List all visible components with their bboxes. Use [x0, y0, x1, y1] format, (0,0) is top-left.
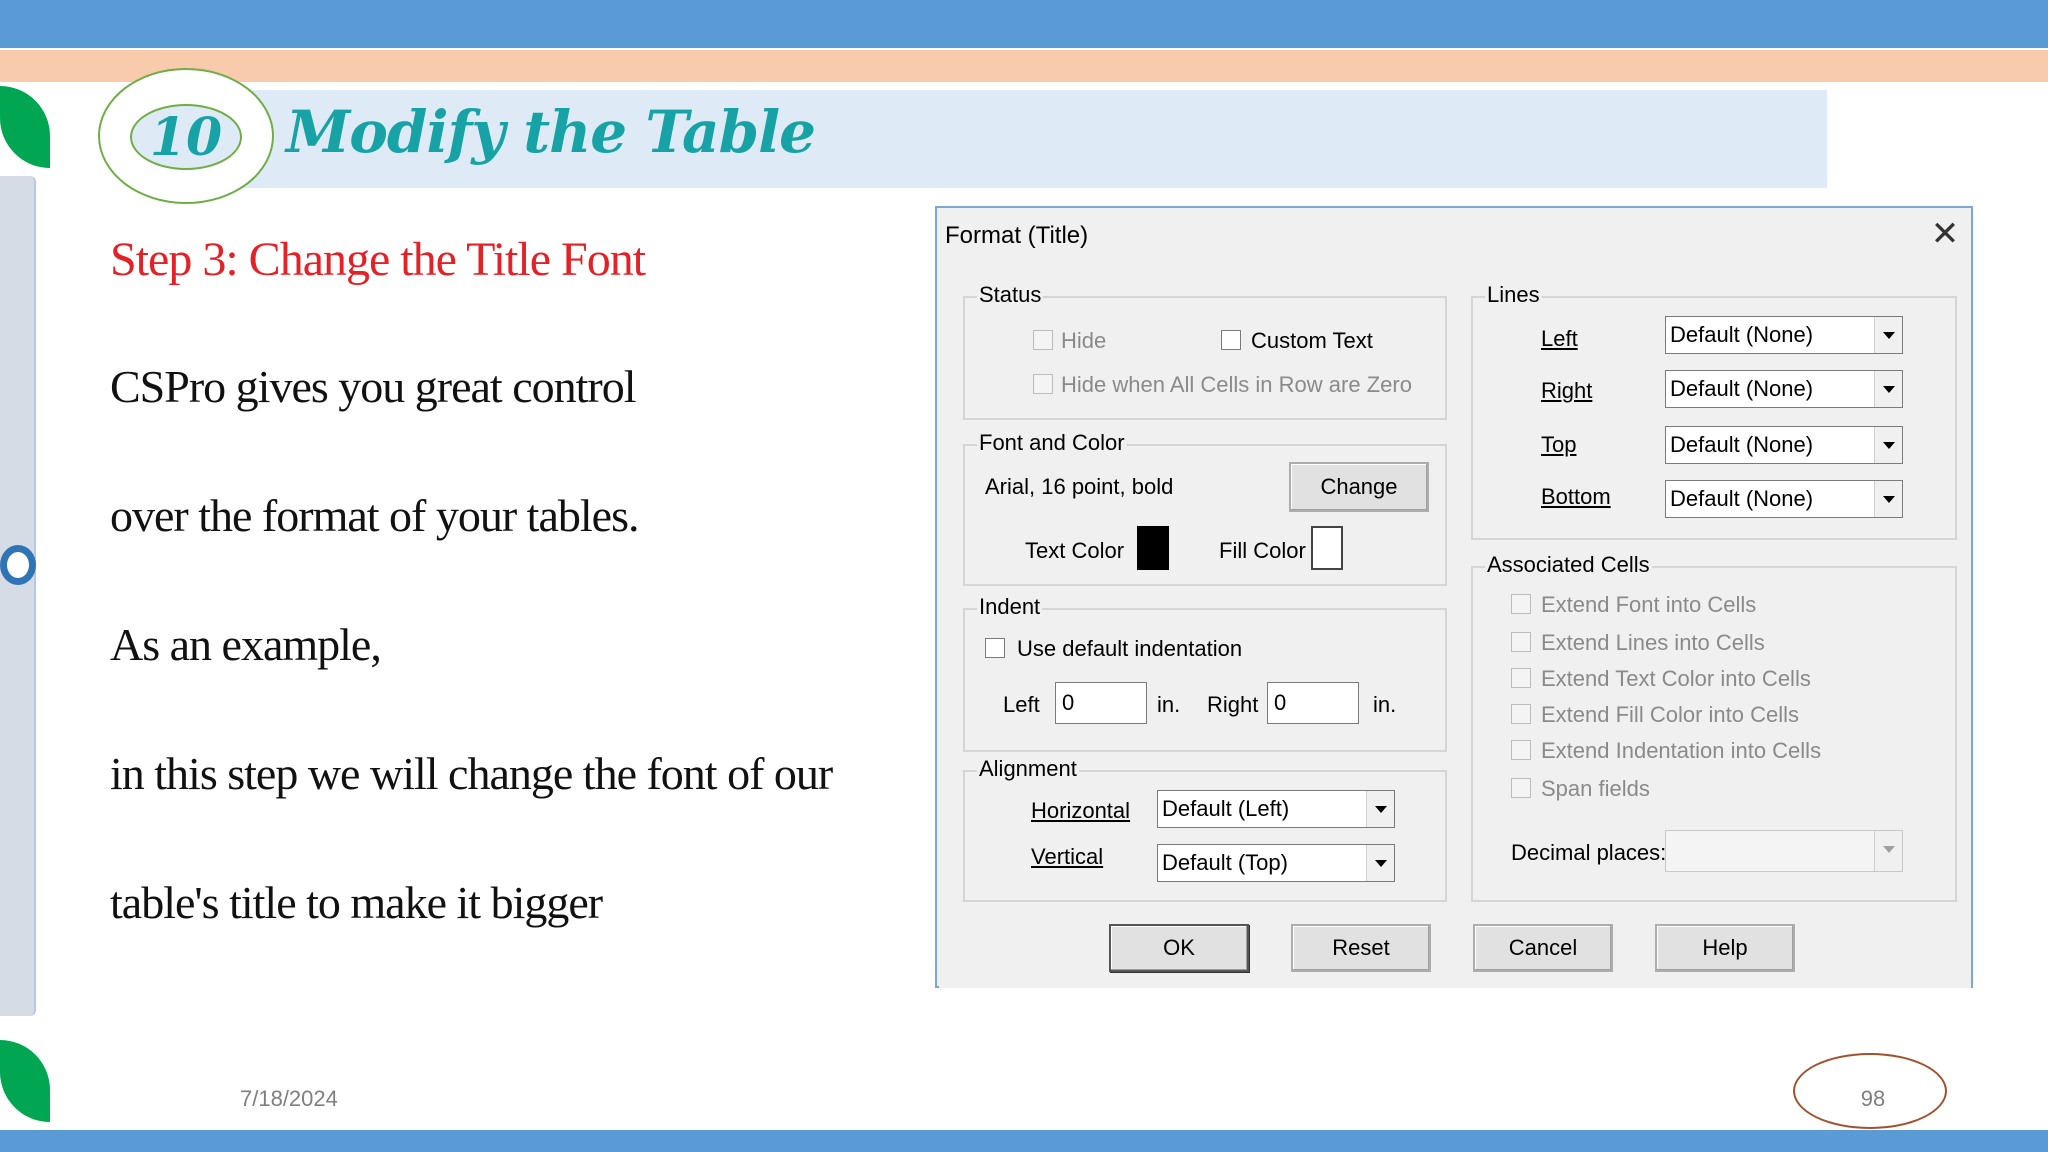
hide-when-zero-checkbox[interactable] [1033, 374, 1053, 394]
hide-when-zero-label: Hide when All Cells in Row are Zero [1061, 372, 1412, 397]
bottom-banner-bar [0, 1130, 2048, 1152]
chevron-down-icon[interactable] [1874, 427, 1902, 463]
use-default-indent-checkbox[interactable] [985, 638, 1005, 658]
fill-color-swatch[interactable] [1311, 526, 1343, 570]
section-number: 10 [149, 106, 223, 168]
horizontal-label: Horizontal [1031, 798, 1131, 823]
extend-font-checkbox[interactable] [1511, 594, 1531, 614]
body-line: CSPro gives you great control [110, 361, 636, 412]
use-default-indent-label: Use default indentation [1017, 636, 1243, 661]
indent-group: Indent Use default indentation Left 0 in… [963, 594, 1447, 752]
indent-right-label: Right [1207, 692, 1259, 717]
dialog-body: Status Hide Custom Text Hide when All Ce… [939, 264, 1971, 988]
body-line: over the format of your tables. [110, 490, 639, 541]
lines-left-value: Default (None) [1670, 322, 1814, 347]
lines-left-select[interactable]: Default (None) [1665, 316, 1903, 354]
footer-date: 7/18/2024 [240, 1086, 338, 1111]
lines-group-label: Lines [1485, 282, 1542, 308]
lines-bottom-value: Default (None) [1670, 486, 1814, 511]
body-line: As an example, [110, 619, 382, 670]
vertical-label: Vertical [1031, 844, 1104, 869]
indent-left-value: 0 [1062, 690, 1075, 715]
indent-left-label: Left [1003, 692, 1040, 717]
lines-group: Lines Left Default (None) Right Default … [1471, 282, 1957, 540]
cancel-button[interactable]: Cancel [1473, 924, 1613, 972]
horizontal-align-value: Default (Left) [1162, 796, 1290, 821]
slide-title: Modify the Table [286, 98, 816, 166]
leaf-icon [0, 1040, 50, 1122]
body-line: table's title to make it bigger [110, 877, 603, 928]
extend-lines-label: Extend Lines into Cells [1541, 630, 1765, 655]
indent-right-value: 0 [1274, 690, 1287, 715]
font-description: Arial, 16 point, bold [985, 474, 1174, 499]
extend-indentation-label: Extend Indentation into Cells [1541, 738, 1822, 763]
ok-button[interactable]: OK [1109, 924, 1249, 972]
extend-lines-checkbox[interactable] [1511, 632, 1531, 652]
status-group: Status Hide Custom Text Hide when All Ce… [963, 282, 1447, 420]
indent-left-unit: in. [1157, 692, 1181, 717]
chevron-down-icon[interactable] [1874, 371, 1902, 407]
indent-group-label: Indent [977, 594, 1043, 620]
hide-label: Hide [1061, 328, 1107, 353]
indent-left-input[interactable]: 0 [1055, 682, 1147, 724]
lines-top-select[interactable]: Default (None) [1665, 426, 1903, 464]
indent-right-input[interactable]: 0 [1267, 682, 1359, 724]
associated-cells-group-label: Associated Cells [1485, 552, 1652, 578]
custom-text-checkbox[interactable] [1221, 330, 1241, 350]
leaf-icon [0, 86, 50, 168]
reset-button[interactable]: Reset [1291, 924, 1431, 972]
step-heading: Step 3: Change the Title Font [110, 233, 646, 286]
chevron-down-icon[interactable] [1366, 791, 1394, 827]
section-number-inner: 10 [130, 104, 242, 170]
fill-color-label: Fill Color [1219, 538, 1306, 563]
chevron-down-icon[interactable] [1874, 317, 1902, 353]
chevron-down-icon[interactable] [1366, 845, 1394, 881]
text-color-label: Text Color [1025, 538, 1125, 563]
lines-bottom-select[interactable]: Default (None) [1665, 480, 1903, 518]
custom-text-label: Custom Text [1251, 328, 1373, 353]
indent-right-unit: in. [1373, 692, 1397, 717]
format-title-dialog: Format (Title) ✕ Status Hide Custom Text… [935, 206, 1973, 988]
span-fields-label: Span fields [1541, 776, 1650, 801]
horizontal-align-select[interactable]: Default (Left) [1157, 790, 1395, 828]
decimal-places-label: Decimal places: [1511, 840, 1667, 865]
top-banner-bar [0, 0, 2048, 48]
chevron-down-icon[interactable] [1874, 481, 1902, 517]
help-button[interactable]: Help [1655, 924, 1795, 972]
close-icon[interactable]: ✕ [1927, 216, 1963, 252]
lines-bottom-label: Bottom [1541, 484, 1611, 509]
alignment-group: Alignment Horizontal Default (Left) Vert… [963, 756, 1447, 902]
status-group-label: Status [977, 282, 1044, 308]
extend-fill-color-checkbox[interactable] [1511, 704, 1531, 724]
font-color-group-label: Font and Color [977, 430, 1127, 456]
dialog-title: Format (Title) [945, 222, 1089, 249]
extend-fill-color-label: Extend Fill Color into Cells [1541, 702, 1799, 727]
font-color-group: Font and Color Arial, 16 point, bold Cha… [963, 430, 1447, 586]
span-fields-checkbox[interactable] [1511, 778, 1531, 798]
hide-checkbox[interactable] [1033, 330, 1053, 350]
extend-text-color-label: Extend Text Color into Cells [1541, 666, 1811, 691]
chevron-down-icon[interactable] [1874, 831, 1902, 871]
page-number: 98 [1860, 1086, 1886, 1111]
lines-right-value: Default (None) [1670, 376, 1814, 401]
associated-cells-group: Associated Cells Extend Font into Cells … [1471, 552, 1957, 902]
alignment-group-label: Alignment [977, 756, 1079, 782]
top-accent-stripe [0, 50, 2048, 82]
lines-right-label: Right [1541, 378, 1593, 403]
extend-text-color-checkbox[interactable] [1511, 668, 1531, 688]
left-decorative-rail [0, 176, 36, 1016]
change-font-button[interactable]: Change [1289, 462, 1429, 512]
extend-font-label: Extend Font into Cells [1541, 592, 1757, 617]
vertical-align-value: Default (Top) [1162, 850, 1288, 875]
lines-top-value: Default (None) [1670, 432, 1814, 457]
lines-top-label: Top [1541, 432, 1577, 457]
decimal-places-select[interactable] [1665, 830, 1903, 872]
vertical-align-select[interactable]: Default (Top) [1157, 844, 1395, 882]
extend-indentation-checkbox[interactable] [1511, 740, 1531, 760]
lines-left-label: Left [1541, 326, 1578, 351]
body-line: in this step we will change the font of … [110, 748, 833, 799]
lines-right-select[interactable]: Default (None) [1665, 370, 1903, 408]
ring-icon [0, 545, 36, 585]
text-color-swatch[interactable] [1137, 526, 1169, 570]
